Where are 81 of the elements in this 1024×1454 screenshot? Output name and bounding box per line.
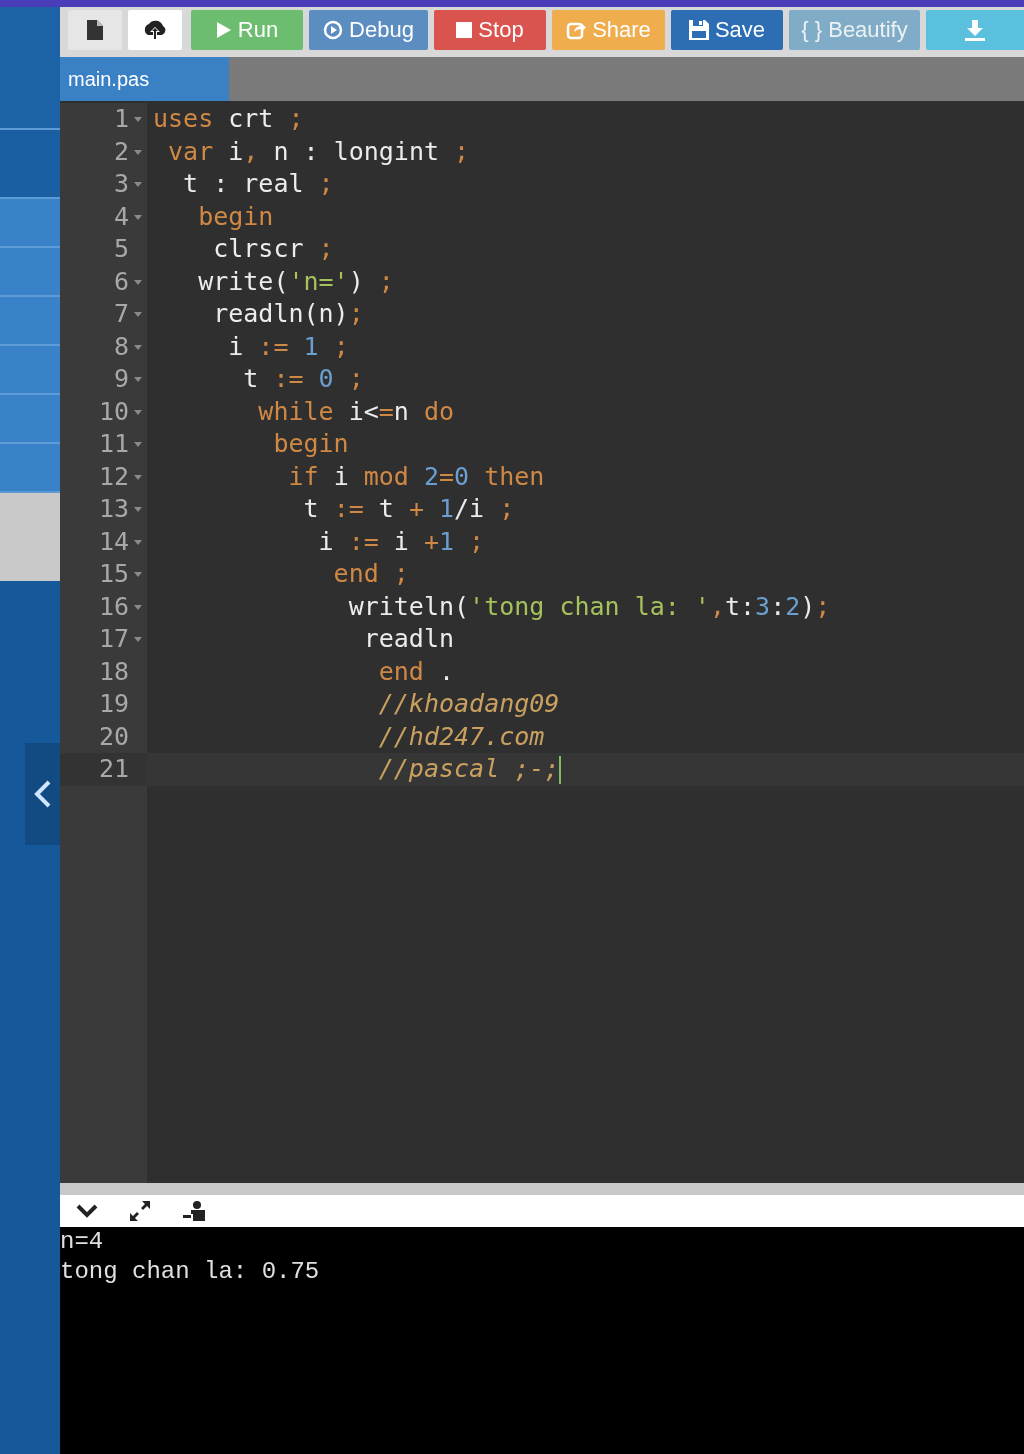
code-line: end ; [332,558,409,590]
code-line: uses crt ; [152,103,304,135]
line-number: 13 [98,493,129,525]
new-file-button[interactable] [68,10,122,50]
line-number: 11 [98,428,129,460]
cloud-upload-icon [142,19,168,41]
fold-arrow-icon[interactable] [134,442,142,449]
code-line: i := i +1 ; [317,525,485,558]
console-line: tong chan la: 0.75 [60,1257,321,1287]
save-button[interactable]: Save [671,10,783,50]
line-number: 18 [98,655,129,688]
stop-button[interactable]: Stop [434,10,546,50]
fold-arrow-icon[interactable] [134,344,142,351]
file-icon [86,19,104,41]
line-number: 16 [98,590,129,623]
code-line: t := t + 1/i ; [302,493,515,525]
sidebar-item[interactable] [0,130,60,199]
chevron-down-icon[interactable] [76,1204,98,1218]
code-line: readln(n); [212,298,364,330]
code-line: readln [362,623,455,655]
code-line: //hd247.com [377,720,545,753]
fold-arrow-icon[interactable] [134,572,142,579]
line-number: 5 [113,233,129,265]
fold-arrow-icon[interactable] [134,637,142,644]
debug-button[interactable]: Debug [309,10,428,50]
upload-button[interactable] [128,10,182,50]
download-button[interactable] [926,10,1024,50]
fold-arrow-icon[interactable] [134,507,142,514]
code-line: end . [377,655,455,688]
fold-arrow-icon[interactable] [134,409,142,416]
code-line: i := 1 ; [227,330,349,363]
fold-arrow-icon[interactable] [134,117,142,124]
line-number: 9 [113,363,129,395]
share-icon [566,20,587,40]
download-icon [964,19,986,41]
line-number: 15 [98,558,129,590]
line-number: 4 [113,200,129,233]
code-line: if i mod 2=0 then [287,460,545,493]
fold-arrow-icon[interactable] [134,604,142,611]
fold-arrow-icon[interactable] [134,214,142,221]
fold-arrow-icon[interactable] [134,279,142,286]
code-line: var i, n : longint ; [167,135,470,168]
code-line: writeln('tong chan la: ',t:3:2); [347,590,831,623]
line-number: 20 [98,720,129,753]
code-line: t : real ; [182,168,334,200]
play-icon [215,21,232,39]
line-number: 1 [113,103,129,135]
file-tab[interactable]: main.pas [60,57,229,101]
line-number: 17 [98,623,129,655]
line-number: 21 [98,753,129,785]
line-number: 2 [113,135,129,168]
line-number: 8 [113,330,129,363]
fold-arrow-icon[interactable] [134,539,142,546]
line-number: 12 [98,460,129,493]
line-number: 6 [113,265,129,298]
collapse-sidebar-button[interactable] [25,743,60,845]
line-number: 14 [98,525,129,558]
share-button[interactable]: Share [552,10,665,50]
stop-icon [456,22,473,38]
fold-arrow-icon[interactable] [134,182,142,189]
run-button[interactable]: Run [191,10,303,50]
code-line: t := 0 ; [242,363,364,395]
fold-arrow-icon[interactable] [134,149,142,156]
fold-arrow-icon[interactable] [134,312,142,319]
console-line: n=4 [60,1227,105,1257]
fold-arrow-icon[interactable] [134,474,142,481]
code-line: //khoadang09 [377,688,560,720]
play-circle-icon [323,20,344,40]
code-line: while i<=n do [257,395,455,428]
code-line: begin [197,200,274,233]
line-number: 7 [113,298,129,330]
line-number: 10 [98,395,129,428]
line-number: 3 [113,168,129,200]
clear-console-icon[interactable] [182,1199,208,1223]
code-line: //pascal ;-; [377,753,562,786]
code-line: write('n=') ; [197,265,394,298]
expand-icon[interactable] [128,1199,152,1223]
fold-arrow-icon[interactable] [134,377,142,384]
line-number: 19 [98,688,129,720]
code-line: begin [272,428,349,460]
code-line: clrscr ; [212,233,334,265]
